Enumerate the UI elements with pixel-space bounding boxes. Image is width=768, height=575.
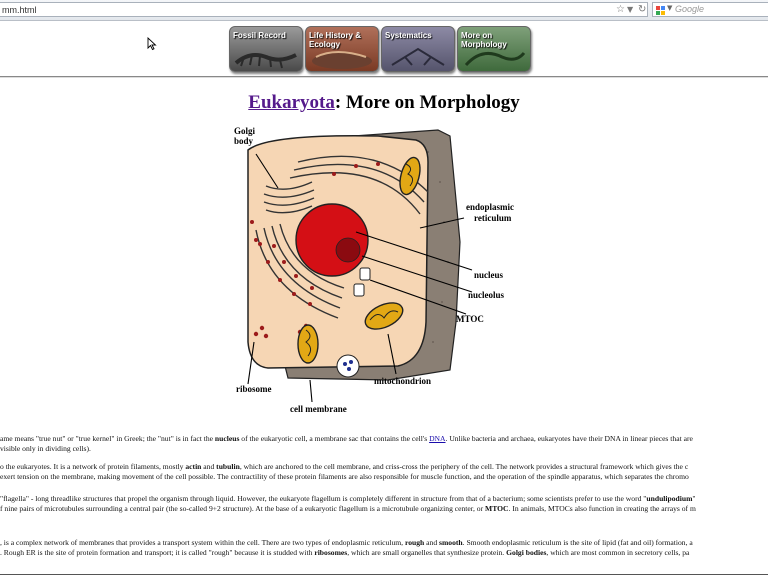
nucleolus-label: nucleolus — [468, 290, 505, 300]
text-run: ame means "true nut" or "true kernel" in… — [0, 434, 215, 443]
nucleolus-shape — [335, 237, 361, 263]
mouse-cursor-icon — [147, 37, 157, 51]
url-field[interactable]: mm.html — [0, 2, 648, 17]
er-label-line2: reticulum — [474, 213, 512, 223]
header-divider — [0, 76, 768, 78]
text-run: , which are anchored to the cell membran… — [239, 462, 689, 471]
eukaryota-link[interactable]: Eukaryota — [248, 92, 335, 113]
text-run: o the eukaryotes. It is a network of pro… — [0, 462, 186, 471]
mtoc-label: MTOC — [456, 314, 484, 324]
search-placeholder: Google — [675, 4, 705, 14]
text-bold: MTOC — [485, 504, 509, 513]
paragraph-nucleus: ame means "true nut" or "true kernel" in… — [0, 434, 693, 454]
text-run: , is a complex network of membranes that… — [0, 538, 405, 547]
cell-membrane-label: cell membrane — [290, 404, 347, 414]
eukaryotic-cell-diagram: Golgi body endoplasmic reticulum nucleus n… — [234, 126, 514, 414]
text-run: . Rough ER is the site of protein format… — [0, 548, 315, 557]
text-bold: undulipodium — [646, 494, 693, 503]
text-bold: smooth — [439, 538, 463, 547]
text-run: f nine pairs of microtubules surrounding… — [0, 504, 486, 513]
nav-label: Life History & Ecology — [309, 31, 362, 49]
nav-label: Fossil Record — [233, 31, 286, 40]
text-run: and — [201, 462, 217, 471]
nucleus-label: nucleus — [474, 270, 504, 280]
nav-fossil-record-button[interactable]: Fossil Record — [229, 26, 303, 72]
er-label: endoplasmic reticulum — [466, 202, 514, 223]
page-title: Eukaryota: More on Morphology — [0, 92, 768, 114]
text-run: " — [692, 494, 696, 503]
text-run: , which are small organelles that synthe… — [347, 548, 507, 557]
bookmark-star-icon[interactable]: ☆ — [616, 3, 625, 16]
page-title-rest: : More on Morphology — [334, 92, 520, 113]
text-run: . Unlike bacteria and archaea, eukaryote… — [445, 434, 693, 443]
er-label-line1: endoplasmic — [466, 202, 514, 212]
dna-link[interactable]: DNA — [429, 434, 445, 443]
paragraph-er: , is a complex network of membranes that… — [0, 538, 693, 558]
text-run: visible only in dividing cells). — [0, 444, 91, 453]
text-bold: Golgi bodies — [506, 548, 547, 557]
text-run: . Smooth endoplasmic reticulum is the si… — [462, 538, 693, 547]
text-bold: actin — [185, 462, 202, 471]
golgi-label-word1: Golgi — [234, 126, 256, 136]
text-bold: tubulin — [216, 462, 240, 471]
browser-toolbar: mm.html ☆ ▼ ↻ ▼ Google — [0, 0, 768, 21]
text-bold: rough — [404, 538, 425, 547]
paragraph-flagella: "flagella" - long threadlike structures … — [0, 494, 696, 514]
nucleus-shape — [295, 203, 369, 277]
text-run: and — [424, 538, 440, 547]
ribosome-label: ribosome — [236, 384, 272, 394]
dropdown-arrow-icon[interactable]: ▼ — [627, 3, 633, 16]
golgi-label-word2: body — [234, 136, 254, 146]
text-run: . In animals, MTOCs also function in cre… — [508, 504, 696, 513]
golgi-label: Golgi body — [234, 126, 256, 146]
vacuole-shape — [336, 354, 360, 378]
search-field[interactable]: ▼ Google — [652, 2, 768, 17]
text-run: "flagella" - long threadlike structures … — [0, 494, 647, 503]
text-run: exert tension on the membrane, making mo… — [0, 472, 689, 481]
nav-more-on-morphology-button[interactable]: More on Morphology — [457, 26, 531, 72]
mitochondrion-label: mitochondrion — [374, 376, 431, 386]
nav-label: More on Morphology — [461, 31, 507, 49]
reload-icon[interactable]: ↻ — [638, 3, 646, 16]
paragraph-cytoskeleton: o the eukaryotes. It is a network of pro… — [0, 462, 689, 482]
text-bold: ribosomes — [314, 548, 348, 557]
search-engine-dropdown-icon[interactable]: ▼ — [667, 4, 672, 12]
text-bold: nucleus — [214, 434, 240, 443]
nav-label: Systematics — [385, 31, 432, 40]
nav-systematics-button[interactable]: Systematics — [381, 26, 455, 72]
nav-life-history-button[interactable]: Life History & Ecology — [305, 26, 379, 72]
text-run: , which are most common in secretory cel… — [546, 548, 690, 557]
google-logo-icon — [656, 6, 665, 15]
text-run: of the eukaryotic cell, a membrane sac t… — [239, 434, 430, 443]
